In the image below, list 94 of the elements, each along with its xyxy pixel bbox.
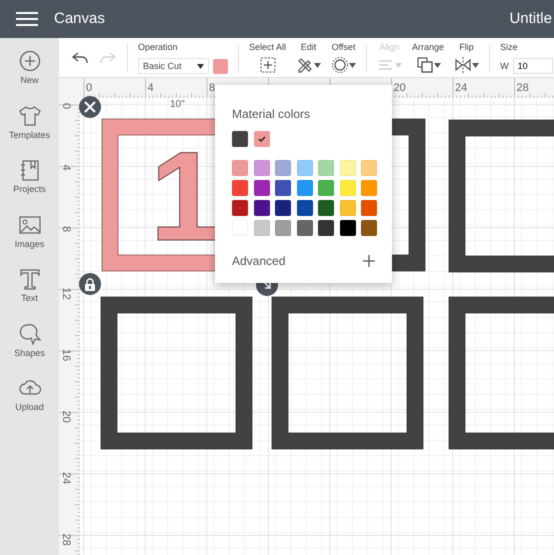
color-swatch[interactable] (275, 200, 291, 216)
tool-button[interactable]: Edit (296, 40, 322, 74)
notebook-icon (18, 159, 40, 181)
caret-icon (395, 62, 402, 68)
color-swatch[interactable] (318, 180, 334, 196)
color-swatch[interactable] (340, 220, 356, 236)
color-swatch[interactable] (232, 180, 248, 196)
tool-button[interactable]: Flip (454, 40, 480, 74)
plus-icon (18, 50, 40, 72)
ruler-number: 24 (455, 82, 468, 94)
ruler-number: 16 (60, 349, 72, 362)
flip-icon (454, 56, 472, 74)
caret-icon (197, 64, 204, 69)
close-icon (84, 101, 96, 113)
color-swatch[interactable] (254, 131, 270, 147)
sidebar-item[interactable]: Upload (0, 377, 59, 414)
color-swatch[interactable] (254, 180, 270, 196)
advanced-label: Advanced (232, 253, 286, 270)
ruler-number: 20 (60, 410, 72, 423)
arrange-icon (416, 56, 434, 74)
color-swatch[interactable] (340, 200, 356, 216)
color-swatch[interactable] (254, 160, 270, 176)
color-swatch[interactable] (296, 200, 312, 216)
undo-button[interactable] (71, 50, 89, 64)
ruler-number: 8 (60, 226, 72, 232)
caret-icon (349, 62, 356, 68)
color-swatch[interactable] (254, 220, 270, 236)
color-swatch[interactable] (361, 180, 377, 196)
caret-icon (434, 62, 441, 68)
size-label: Size (500, 40, 519, 54)
color-swatch[interactable] (296, 220, 312, 236)
color-swatch[interactable] (232, 200, 248, 216)
width-field[interactable]: 10 (512, 58, 553, 74)
popup-title: Material colors (232, 106, 312, 123)
page-title: Canvas (54, 8, 105, 29)
ruler-number: 4 (148, 82, 154, 94)
caret-icon (314, 62, 322, 68)
sidebar-item[interactable]: Text (0, 268, 59, 306)
sidebar-item[interactable]: Shapes (0, 322, 59, 360)
menu-icon (16, 11, 38, 27)
expand-button[interactable] (363, 255, 375, 267)
color-swatch[interactable] (296, 160, 312, 176)
sidebar-item[interactable]: Images (0, 214, 59, 251)
ruler-number: 20 (394, 82, 406, 94)
shirt-icon (18, 104, 40, 126)
color-swatch[interactable] (275, 160, 291, 176)
sidebar-item[interactable]: New (0, 50, 59, 88)
undo-icon (71, 50, 89, 64)
operation-label: Operation (138, 40, 179, 54)
color-swatch[interactable] (275, 180, 291, 196)
dimension-label: 10" (170, 98, 185, 112)
pencil-ruler-icon (296, 56, 314, 74)
ruler-number: 4 (60, 164, 72, 171)
design-text: 1 (150, 125, 221, 267)
ruler-number: 0 (86, 82, 92, 94)
tool-button[interactable]: Arrange (412, 40, 444, 74)
color-swatch[interactable] (318, 200, 334, 216)
color-swatch[interactable] (340, 160, 356, 176)
tool-button[interactable]: Offset (331, 40, 356, 74)
color-swatch[interactable] (213, 58, 228, 74)
plus-icon (363, 255, 375, 267)
ruler-number: 28 (60, 534, 72, 546)
operation-dropdown[interactable]: Basic Cut (138, 58, 209, 74)
ruler-number: 12 (60, 288, 72, 300)
ruler-number: 0 (60, 103, 72, 110)
select-all-icon (258, 56, 277, 74)
document-title[interactable]: Untitle (509, 8, 552, 30)
color-swatch[interactable] (296, 180, 312, 196)
color-swatch[interactable] (232, 131, 248, 147)
caret-icon (472, 62, 480, 68)
image-icon (18, 214, 40, 236)
width-label: W (500, 60, 509, 72)
color-swatch[interactable] (318, 160, 334, 176)
menu-button[interactable] (16, 11, 38, 27)
color-swatch[interactable] (361, 160, 377, 176)
sidebar-item[interactable]: Projects (0, 159, 59, 196)
check-icon (258, 136, 266, 142)
color-swatch[interactable] (361, 220, 377, 236)
color-swatch[interactable] (361, 200, 377, 216)
lock-icon (84, 278, 96, 290)
color-swatch[interactable] (232, 160, 248, 176)
color-swatch[interactable] (340, 180, 356, 196)
offset-icon (331, 56, 350, 74)
redo-icon (99, 50, 117, 64)
ruler-number: 28 (516, 82, 529, 94)
tool-button[interactable]: Select All (249, 40, 286, 74)
color-swatch[interactable] (254, 200, 270, 216)
ruler-number: 24 (60, 472, 72, 484)
color-swatch[interactable] (318, 220, 334, 236)
shapes-icon (18, 322, 40, 344)
color-swatch[interactable] (275, 220, 291, 236)
text-icon (18, 268, 40, 290)
sidebar-item[interactable]: Templates (0, 104, 59, 142)
ruler-number: 8 (209, 82, 216, 94)
